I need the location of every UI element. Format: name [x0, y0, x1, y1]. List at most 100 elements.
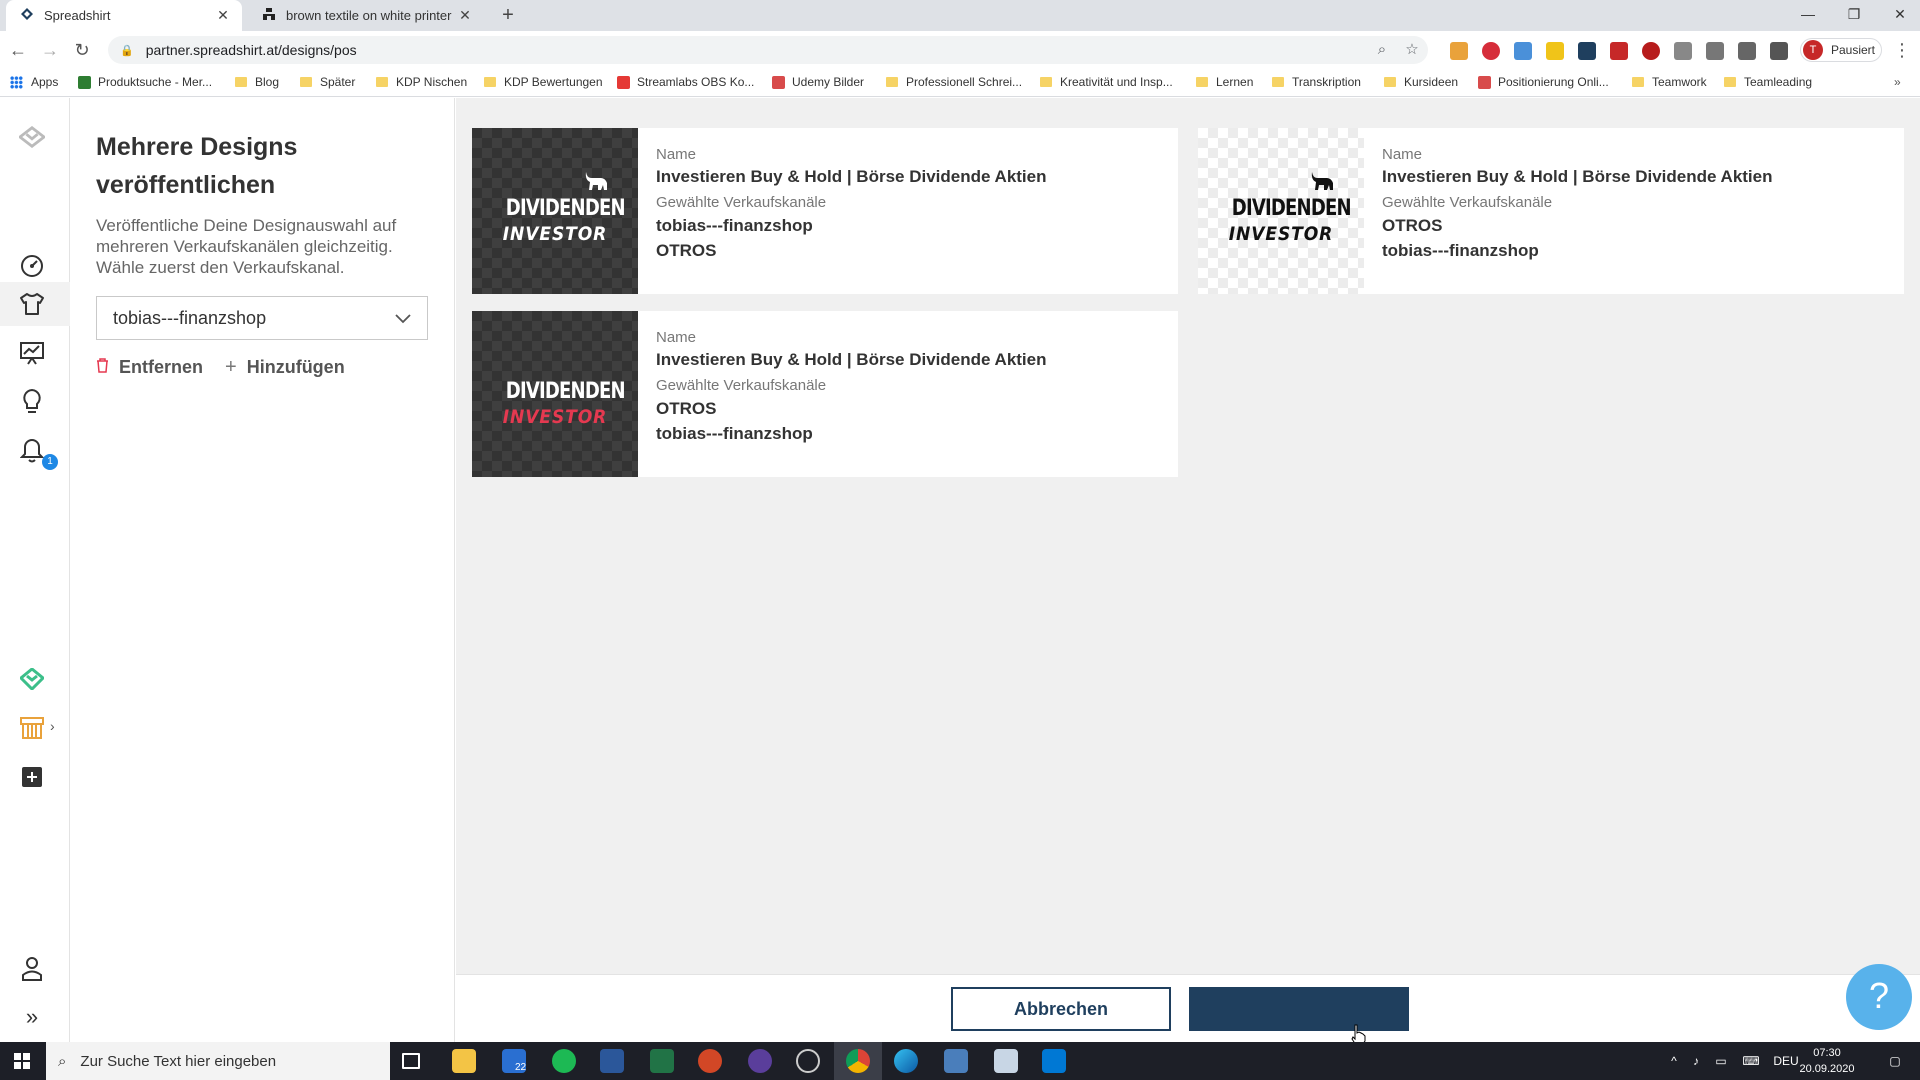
extension-4-icon[interactable]: [1546, 42, 1564, 60]
forward-icon[interactable]: →: [38, 38, 62, 62]
zoom-icon[interactable]: ⌕: [1372, 40, 1392, 60]
taskbar-clock[interactable]: 07:30 20.09.2020: [1788, 1045, 1866, 1077]
bell-icon[interactable]: [19, 437, 45, 463]
file-explorer-icon[interactable]: [452, 1049, 476, 1073]
app-icon[interactable]: [944, 1049, 968, 1073]
add-channel-button[interactable]: + Hinzufügen: [225, 356, 345, 379]
tray-chevron-icon[interactable]: ^: [1664, 1042, 1684, 1080]
bookmark-item[interactable]: Professionell Schrei...: [886, 75, 1022, 89]
keyboard-icon[interactable]: ⌨: [1738, 1042, 1764, 1080]
bookmark-item[interactable]: Positionierung Onli...: [1478, 75, 1609, 89]
eyedropper-icon[interactable]: [1738, 42, 1756, 60]
profile-label: Pausiert: [1830, 43, 1875, 57]
outlook-icon[interactable]: [1042, 1049, 1066, 1073]
bookmark-item[interactable]: Kreativität und Insp...: [1040, 75, 1173, 89]
task-view-icon[interactable]: [402, 1053, 420, 1069]
bookmark-item[interactable]: Blog: [235, 75, 279, 89]
bookmark-item[interactable]: Später: [300, 75, 355, 89]
trash-icon: [96, 357, 109, 378]
dashboard-icon[interactable]: [19, 253, 45, 279]
remove-channel-button[interactable]: Entfernen: [96, 357, 203, 378]
obs-icon[interactable]: [796, 1049, 820, 1073]
network-icon[interactable]: ▭: [1710, 1042, 1732, 1080]
powerpoint-icon[interactable]: [698, 1049, 722, 1073]
design-card[interactable]: DIVIDENDEN INVESTOR Name Investieren Buy…: [1198, 128, 1904, 294]
lightbulb-icon[interactable]: [19, 388, 45, 414]
restore-icon[interactable]: ❐: [1834, 0, 1874, 31]
design-card[interactable]: DIVIDENDEN INVESTOR Name Investieren Buy…: [472, 311, 1178, 477]
user-icon[interactable]: [19, 956, 45, 982]
extension-3-icon[interactable]: [1514, 42, 1532, 60]
bookmark-item[interactable]: Teamleading: [1724, 75, 1812, 89]
profile-button[interactable]: T Pausiert: [1800, 38, 1882, 62]
app-icon[interactable]: [748, 1049, 772, 1073]
extension-8-icon[interactable]: [1674, 42, 1692, 60]
adblock-icon[interactable]: [1642, 42, 1660, 60]
name-label: Name: [656, 329, 697, 346]
spotify-icon[interactable]: [552, 1049, 576, 1073]
taskbar-search-input[interactable]: ⌕ Zur Suche Text hier eingeben: [46, 1042, 390, 1080]
folder-icon: [1724, 77, 1736, 87]
shop-icon[interactable]: [19, 715, 45, 741]
bookmark-item[interactable]: Lernen: [1196, 75, 1253, 89]
reload-icon[interactable]: ↻: [70, 38, 94, 62]
bookmark-item[interactable]: Kursideen: [1384, 75, 1458, 89]
puzzle-icon[interactable]: [1770, 42, 1788, 60]
edge-icon[interactable]: [894, 1049, 918, 1073]
design-thumbnail: DIVIDENDEN INVESTOR: [1198, 128, 1364, 294]
design-name: Investieren Buy & Hold | Börse Dividende…: [656, 350, 1047, 369]
statistics-icon[interactable]: [19, 340, 45, 366]
excel-icon[interactable]: [650, 1049, 674, 1073]
bookmark-item[interactable]: Streamlabs OBS Ko...: [617, 75, 754, 89]
apps-grid-icon: [10, 75, 23, 89]
clock-time: 07:30: [1813, 1047, 1841, 1059]
spreadshirt-logo-icon[interactable]: [19, 124, 45, 150]
chrome-icon[interactable]: [846, 1049, 870, 1073]
new-tab-button[interactable]: +: [496, 4, 520, 28]
bookmark-star-icon[interactable]: ☆: [1402, 40, 1422, 60]
clock-date: 20.09.2020: [1799, 1063, 1855, 1075]
windows-start-icon[interactable]: [0, 1042, 44, 1080]
channel-name: OTROS: [656, 399, 717, 418]
publish-panel: Mehrere Designs veröffentlichen Veröffen…: [70, 98, 455, 1042]
address-bar[interactable]: 🔒 partner.spreadshirt.at/designs/pos ⌕ ☆: [108, 36, 1428, 64]
expand-double-chevron-icon[interactable]: »: [19, 1004, 45, 1030]
close-icon[interactable]: ✕: [456, 7, 474, 24]
design-card[interactable]: DIVIDENDEN INVESTOR Name Investieren Buy…: [472, 128, 1178, 294]
add-icon[interactable]: [19, 764, 45, 790]
bookmark-item[interactable]: Udemy Bilder: [772, 75, 864, 89]
back-icon[interactable]: ←: [6, 38, 30, 62]
fullscreen-icon[interactable]: [1706, 42, 1724, 60]
notifications-icon[interactable]: ▢: [1880, 1042, 1910, 1080]
chevron-right-icon[interactable]: ›: [50, 718, 55, 734]
extension-2-icon[interactable]: [1482, 42, 1500, 60]
close-icon[interactable]: ✕: [214, 7, 232, 24]
menu-dots-icon[interactable]: ⋮: [1890, 38, 1914, 62]
action-footer: Abbrechen: [456, 974, 1920, 1042]
bookmark-item[interactable]: Transkription: [1272, 75, 1361, 89]
mail-count: 22: [515, 1062, 527, 1073]
help-button[interactable]: ?: [1846, 964, 1912, 1030]
spreadshop-logo-icon[interactable]: [19, 666, 45, 692]
bookmark-item[interactable]: Produktsuche - Mer...: [78, 75, 212, 89]
volume-icon[interactable]: ♪: [1686, 1042, 1706, 1080]
window-close-icon[interactable]: ✕: [1880, 0, 1920, 31]
publish-button[interactable]: [1189, 987, 1409, 1031]
bookmark-item[interactable]: KDP Nischen: [376, 75, 467, 89]
bookmark-apps[interactable]: Apps: [10, 75, 58, 89]
bookmark-item[interactable]: KDP Bewertungen: [484, 75, 603, 89]
notepad-icon[interactable]: [994, 1049, 1018, 1073]
channels-label: Gewählte Verkaufskanäle: [656, 377, 827, 394]
extension-6-icon[interactable]: [1610, 42, 1628, 60]
minimize-icon[interactable]: —: [1788, 0, 1828, 31]
sales-channel-select[interactable]: tobias---finanzshop: [96, 296, 428, 340]
more-bookmarks-icon[interactable]: »: [1894, 75, 1901, 89]
tab-unsplash[interactable]: brown textile on white printer pa ✕: [248, 0, 484, 31]
word-icon[interactable]: [600, 1049, 624, 1073]
bookmark-item[interactable]: Teamwork: [1632, 75, 1707, 89]
tshirt-icon[interactable]: [19, 291, 45, 317]
extension-5-icon[interactable]: [1578, 42, 1596, 60]
tab-spreadshirt[interactable]: Spreadshirt ✕: [6, 0, 242, 31]
cancel-button[interactable]: Abbrechen: [951, 987, 1171, 1031]
extension-1-icon[interactable]: [1450, 42, 1468, 60]
